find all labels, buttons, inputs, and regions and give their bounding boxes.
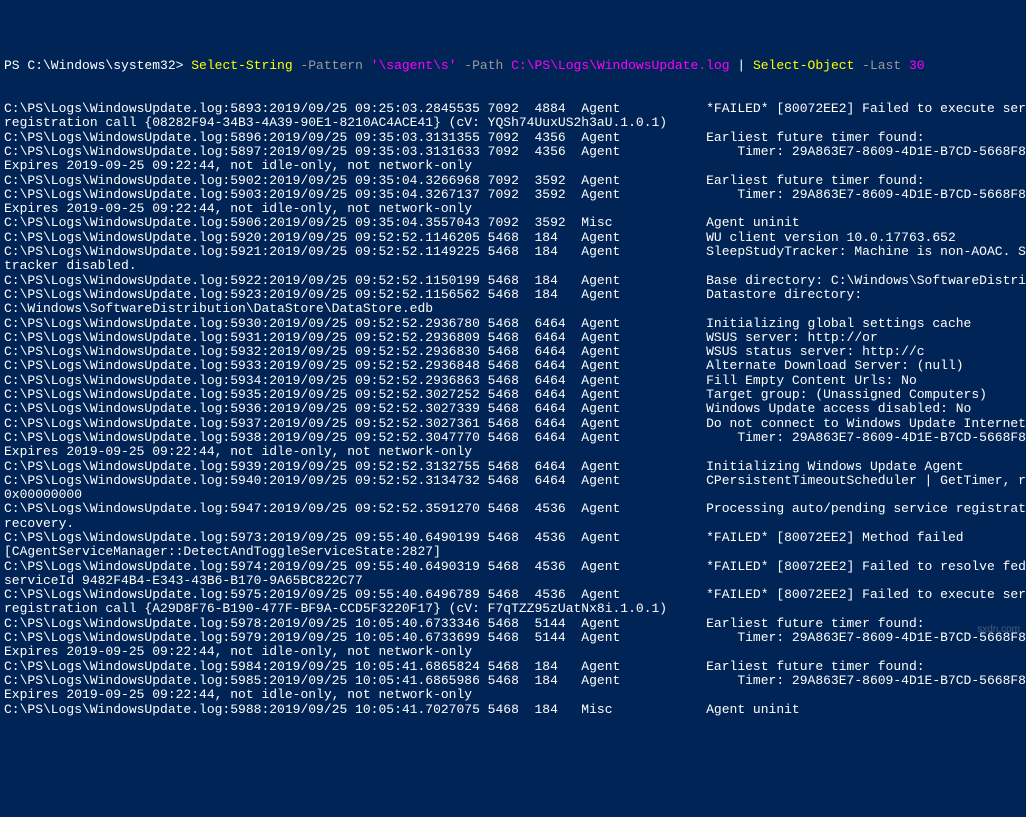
output-line: registration call {08282F94-34B3-4A39-90…: [4, 116, 1022, 130]
pipe: |: [730, 58, 753, 73]
output-line: C:\PS\Logs\WindowsUpdate.log:5985:2019/0…: [4, 674, 1022, 688]
output-line: C:\PS\Logs\WindowsUpdate.log:5939:2019/0…: [4, 460, 1022, 474]
output-line: C:\PS\Logs\WindowsUpdate.log:5938:2019/0…: [4, 431, 1022, 445]
output-line: C:\PS\Logs\WindowsUpdate.log:5947:2019/0…: [4, 502, 1022, 516]
output-line: Expires 2019-09-25 09:22:44, not idle-on…: [4, 159, 1022, 173]
output-line: C:\PS\Logs\WindowsUpdate.log:5902:2019/0…: [4, 174, 1022, 188]
output-line: C:\PS\Logs\WindowsUpdate.log:5937:2019/0…: [4, 417, 1022, 431]
output-line: C:\PS\Logs\WindowsUpdate.log:5988:2019/0…: [4, 703, 1022, 717]
output-block: C:\PS\Logs\WindowsUpdate.log:5893:2019/0…: [4, 102, 1022, 717]
output-line: C:\PS\Logs\WindowsUpdate.log:5933:2019/0…: [4, 359, 1022, 373]
output-line: C:\PS\Logs\WindowsUpdate.log:5931:2019/0…: [4, 331, 1022, 345]
output-line: tracker disabled.: [4, 259, 1022, 273]
output-line: C:\PS\Logs\WindowsUpdate.log:5922:2019/0…: [4, 274, 1022, 288]
output-line: C:\PS\Logs\WindowsUpdate.log:5930:2019/0…: [4, 317, 1022, 331]
param-pattern: -Pattern: [293, 58, 371, 73]
output-line: recovery.: [4, 517, 1022, 531]
output-line: C:\PS\Logs\WindowsUpdate.log:5906:2019/0…: [4, 216, 1022, 230]
output-line: C:\PS\Logs\WindowsUpdate.log:5975:2019/0…: [4, 588, 1022, 602]
output-line: Expires 2019-09-25 09:22:44, not idle-on…: [4, 645, 1022, 659]
output-line: C:\PS\Logs\WindowsUpdate.log:5979:2019/0…: [4, 631, 1022, 645]
terminal-window[interactable]: PS C:\Windows\system32> Select-String -P…: [4, 59, 1022, 717]
output-line: Expires 2019-09-25 09:22:44, not idle-on…: [4, 202, 1022, 216]
output-line: registration call {A29D8F76-B190-477F-BF…: [4, 602, 1022, 616]
param-last: -Last: [854, 58, 909, 73]
output-line: C:\PS\Logs\WindowsUpdate.log:5973:2019/0…: [4, 531, 1022, 545]
arg-pattern: '\sagent\s': [371, 58, 457, 73]
watermark: sxdn.com: [977, 624, 1020, 635]
cmdlet-select-string: Select-String: [191, 58, 292, 73]
output-line: C:\PS\Logs\WindowsUpdate.log:5936:2019/0…: [4, 402, 1022, 416]
output-line: C:\Windows\SoftwareDistribution\DataStor…: [4, 302, 1022, 316]
output-line: C:\PS\Logs\WindowsUpdate.log:5920:2019/0…: [4, 231, 1022, 245]
output-line: C:\PS\Logs\WindowsUpdate.log:5893:2019/0…: [4, 102, 1022, 116]
output-line: C:\PS\Logs\WindowsUpdate.log:5935:2019/0…: [4, 388, 1022, 402]
output-line: Expires 2019-09-25 09:22:44, not idle-on…: [4, 688, 1022, 702]
output-line: 0x00000000: [4, 488, 1022, 502]
output-line: C:\PS\Logs\WindowsUpdate.log:5921:2019/0…: [4, 245, 1022, 259]
command-line: PS C:\Windows\system32> Select-String -P…: [4, 59, 1022, 73]
arg-path: C:\PS\Logs\WindowsUpdate.log: [511, 58, 729, 73]
output-line: [CAgentServiceManager::DetectAndToggleSe…: [4, 545, 1022, 559]
output-line: C:\PS\Logs\WindowsUpdate.log:5903:2019/0…: [4, 188, 1022, 202]
ps-prompt: PS C:\Windows\system32>: [4, 58, 191, 73]
arg-last: 30: [909, 58, 925, 73]
output-line: C:\PS\Logs\WindowsUpdate.log:5984:2019/0…: [4, 660, 1022, 674]
output-line: C:\PS\Logs\WindowsUpdate.log:5896:2019/0…: [4, 131, 1022, 145]
output-line: C:\PS\Logs\WindowsUpdate.log:5978:2019/0…: [4, 617, 1022, 631]
output-line: C:\PS\Logs\WindowsUpdate.log:5940:2019/0…: [4, 474, 1022, 488]
output-line: C:\PS\Logs\WindowsUpdate.log:5974:2019/0…: [4, 560, 1022, 574]
output-line: serviceId 9482F4B4-E343-43B6-B170-9A65BC…: [4, 574, 1022, 588]
output-line: C:\PS\Logs\WindowsUpdate.log:5934:2019/0…: [4, 374, 1022, 388]
output-line: C:\PS\Logs\WindowsUpdate.log:5932:2019/0…: [4, 345, 1022, 359]
cmdlet-select-object: Select-Object: [753, 58, 854, 73]
output-line: C:\PS\Logs\WindowsUpdate.log:5897:2019/0…: [4, 145, 1022, 159]
param-path: -Path: [457, 58, 512, 73]
output-line: Expires 2019-09-25 09:22:44, not idle-on…: [4, 445, 1022, 459]
output-line: C:\PS\Logs\WindowsUpdate.log:5923:2019/0…: [4, 288, 1022, 302]
